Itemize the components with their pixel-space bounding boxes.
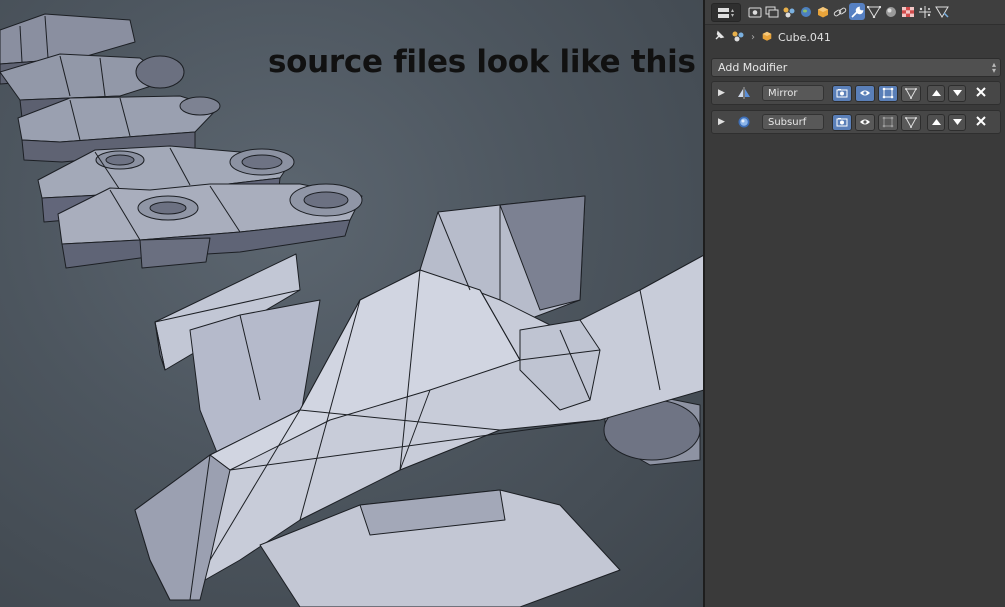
move-up-button[interactable] <box>927 113 945 131</box>
scene-icon <box>731 30 745 45</box>
properties-context-bar <box>705 0 1005 25</box>
object-name: Cube.041 <box>778 30 831 44</box>
physics-icon <box>935 6 949 18</box>
editmode-icon <box>882 87 894 99</box>
tab-particles[interactable] <box>917 3 933 20</box>
object-icon <box>761 30 773 45</box>
tab-scene[interactable] <box>781 3 797 20</box>
overlay-caption: source files look like this <box>268 44 696 80</box>
tab-render[interactable] <box>747 3 763 20</box>
data-icon <box>867 5 881 18</box>
move-down-button[interactable] <box>948 113 966 131</box>
remove-modifier-button[interactable] <box>974 85 988 101</box>
properties-editor-icon <box>718 7 734 18</box>
spaceship-wireframe-render <box>0 13 704 607</box>
modifier-name-field[interactable] <box>762 114 824 130</box>
tab-material[interactable] <box>883 3 899 20</box>
scene-icon <box>783 7 795 17</box>
close-icon <box>976 116 986 126</box>
mirror-modifier-icon <box>736 85 752 101</box>
particles-icon <box>919 5 931 18</box>
expand-triangle-icon[interactable]: ▶ <box>718 117 728 127</box>
tab-texture[interactable] <box>900 3 916 20</box>
move-down-button[interactable] <box>948 84 966 102</box>
remove-modifier-button[interactable] <box>974 114 988 130</box>
pin-icon[interactable] <box>713 30 725 45</box>
constraints-icon <box>833 7 847 16</box>
world-icon <box>801 6 811 17</box>
expand-triangle-icon[interactable]: ▶ <box>718 88 728 98</box>
triangle-down-icon <box>952 90 962 96</box>
subsurf-modifier-icon <box>736 114 752 130</box>
tab-modifiers[interactable] <box>849 3 865 20</box>
render-layers-icon <box>765 6 779 17</box>
cage-icon <box>905 116 917 128</box>
tab-object[interactable] <box>815 3 831 20</box>
cage-toggle[interactable] <box>901 84 921 102</box>
breadcrumb-separator-icon: › <box>751 31 755 43</box>
move-up-button[interactable] <box>927 84 945 102</box>
editmode-toggle[interactable] <box>878 84 898 102</box>
triangle-up-icon <box>931 119 941 125</box>
editmode-toggle[interactable] <box>878 113 898 131</box>
material-icon <box>886 6 896 17</box>
camera-icon <box>836 89 848 98</box>
modifiers-icon <box>851 6 864 18</box>
triangle-up-icon <box>931 90 941 96</box>
properties-editor: › Cube.041 Add Modifier ▴ ▾ ▶ Mirror ▶ S… <box>705 0 1005 607</box>
3d-viewport[interactable]: source files look like this <box>0 0 704 607</box>
texture-icon <box>902 6 914 17</box>
add-modifier-dropdown[interactable]: Add Modifier ▴ ▾ <box>711 58 1001 77</box>
add-modifier-label: Add Modifier <box>718 61 788 74</box>
main-ship <box>134 195 704 607</box>
tab-constraints[interactable] <box>832 3 848 20</box>
dropdown-arrows-icon: ▴ ▾ <box>991 59 996 75</box>
modifier-name-field[interactable] <box>762 85 824 101</box>
eye-icon <box>860 90 870 96</box>
background-ship-5 <box>57 183 363 269</box>
viewport-toggle[interactable] <box>855 113 875 131</box>
viewport-toggle[interactable] <box>855 84 875 102</box>
modifier-panel-subsurf: ▶ <box>711 110 1001 134</box>
editmode-icon <box>882 116 894 128</box>
cage-toggle[interactable] <box>901 113 921 131</box>
camera-icon <box>836 118 848 127</box>
render-toggle[interactable] <box>832 113 852 131</box>
eye-icon <box>860 119 870 125</box>
object-icon <box>818 6 828 17</box>
tab-render-layers[interactable] <box>764 3 780 20</box>
cage-icon <box>905 87 917 99</box>
close-icon <box>976 87 986 97</box>
tab-world[interactable] <box>798 3 814 20</box>
editor-type-menu[interactable] <box>711 3 741 22</box>
modifier-panel-mirror: ▶ <box>711 81 1001 105</box>
tab-physics[interactable] <box>934 3 950 20</box>
render-icon <box>748 7 762 17</box>
breadcrumb: › Cube.041 <box>705 26 1005 48</box>
render-toggle[interactable] <box>832 84 852 102</box>
tab-data[interactable] <box>866 3 882 20</box>
triangle-down-icon <box>952 119 962 125</box>
